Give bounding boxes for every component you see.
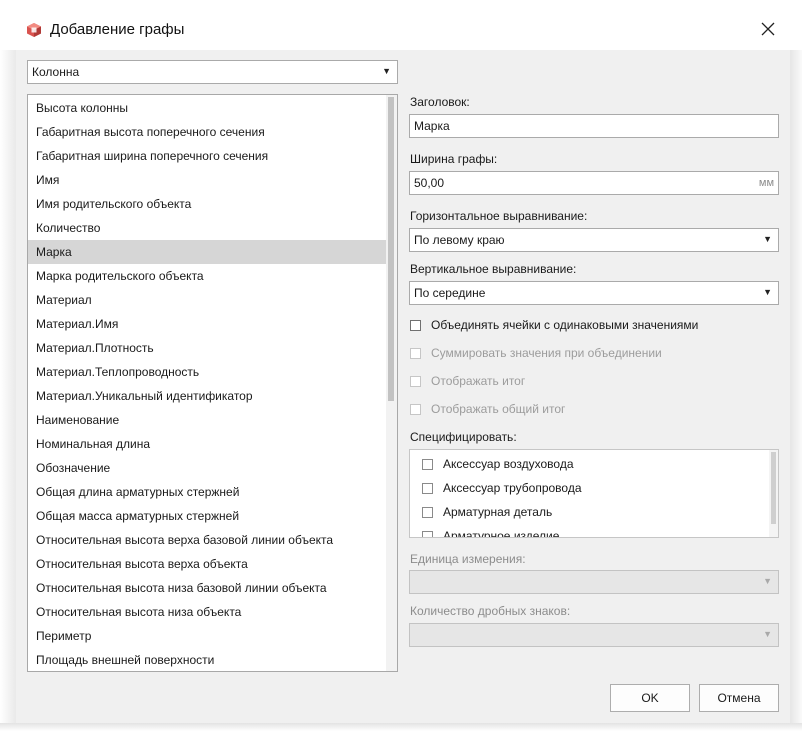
specify-item-label: Арматурное изделие xyxy=(443,529,560,538)
header-label: Заголовок: xyxy=(410,95,470,109)
chevron-down-icon: ▼ xyxy=(763,234,772,244)
width-label: Ширина графы: xyxy=(410,152,498,166)
property-list-scrollbar[interactable] xyxy=(386,95,397,671)
checkbox-box[interactable] xyxy=(410,319,421,331)
show-grand-total-checkbox: Отображать общий итог xyxy=(410,400,565,418)
chevron-down-icon: ▼ xyxy=(763,287,772,297)
list-item[interactable]: Наименование xyxy=(28,408,386,432)
list-item[interactable]: Имя родительского объекта xyxy=(28,192,386,216)
list-item[interactable]: Имя xyxy=(28,168,386,192)
window-shadow-bottom xyxy=(0,723,802,731)
specify-item[interactable]: Арматурное изделие xyxy=(422,527,560,538)
close-icon xyxy=(761,22,775,39)
merge-cells-label: Объединять ячейки с одинаковыми значения… xyxy=(431,318,699,332)
sum-values-label: Суммировать значения при объединении xyxy=(431,346,662,360)
header-input-value: Марка xyxy=(414,119,450,133)
chevron-down-icon: ▼ xyxy=(763,629,772,639)
list-item[interactable]: Номинальная длина xyxy=(28,432,386,456)
cancel-button[interactable]: Отмена xyxy=(699,684,779,712)
checkbox-box xyxy=(410,403,421,415)
title-bar: Добавление графы xyxy=(0,0,802,50)
list-item[interactable]: Относительная высота верха объекта xyxy=(28,552,386,576)
merge-cells-checkbox[interactable]: Объединять ячейки с одинаковыми значения… xyxy=(410,316,698,334)
specify-item[interactable]: Арматурная деталь xyxy=(422,503,552,521)
h-align-label: Горизонтальное выравнивание: xyxy=(410,209,588,223)
specify-item[interactable]: Аксессуар воздуховода xyxy=(422,455,574,473)
list-item[interactable]: Материал.Плотность xyxy=(28,336,386,360)
window-title: Добавление графы xyxy=(50,21,185,38)
checkbox-box[interactable] xyxy=(422,458,433,470)
width-input[interactable]: 50,00 мм xyxy=(409,171,779,195)
checkbox-box xyxy=(410,375,421,387)
header-input[interactable]: Марка xyxy=(409,114,779,138)
list-item[interactable]: Материал.Теплопроводность xyxy=(28,360,386,384)
property-list[interactable]: Высота колонны Габаритная высота поперечн… xyxy=(27,94,398,672)
checkbox-box[interactable] xyxy=(422,482,433,494)
show-grand-total-label: Отображать общий итог xyxy=(431,402,566,416)
list-item[interactable]: Габаритная высота поперечного сечения xyxy=(28,120,386,144)
specify-list[interactable]: Аксессуар воздуховода Аксессуар трубопро… xyxy=(409,449,779,538)
window-shadow-right xyxy=(790,0,802,731)
specify-scrollbar[interactable] xyxy=(769,450,778,537)
list-item[interactable]: Относительная высота верха базовой линии… xyxy=(28,528,386,552)
v-align-label: Вертикальное выравнивание: xyxy=(410,262,577,276)
specify-item-label: Арматурная деталь xyxy=(443,505,553,519)
chevron-down-icon: ▼ xyxy=(763,576,772,586)
list-item[interactable]: Материал xyxy=(28,288,386,312)
list-item[interactable]: Высота колонны xyxy=(28,96,386,120)
h-align-select[interactable]: По левому краю ▼ xyxy=(409,228,779,252)
specify-item-label: Аксессуар трубопровода xyxy=(443,481,582,495)
app-cube-icon xyxy=(26,22,42,38)
width-input-value: 50,00 xyxy=(414,176,445,190)
scrollbar-thumb[interactable] xyxy=(388,97,394,401)
checkbox-box[interactable] xyxy=(422,530,433,537)
ok-button[interactable]: OK xyxy=(610,684,690,712)
h-align-value: По левому краю xyxy=(414,233,505,247)
list-item[interactable]: Общая масса арматурных стержней xyxy=(28,504,386,528)
specify-item[interactable]: Аксессуар трубопровода xyxy=(422,479,582,497)
category-select-value: Колонна xyxy=(32,65,80,79)
decimals-label: Количество дробных знаков: xyxy=(410,604,571,618)
list-item[interactable]: Относительная высота низа объекта xyxy=(28,600,386,624)
list-item[interactable]: Количество xyxy=(28,216,386,240)
width-unit: мм xyxy=(758,177,774,189)
sum-values-checkbox: Суммировать значения при объединении xyxy=(410,344,662,362)
close-button[interactable] xyxy=(750,14,786,46)
show-total-checkbox: Отображать итог xyxy=(410,372,525,390)
scrollbar-thumb[interactable] xyxy=(771,452,776,524)
list-item[interactable]: Площадь внешней поверхности xyxy=(28,648,386,671)
specify-label: Специфицировать: xyxy=(410,430,517,444)
list-item[interactable]: Материал.Имя xyxy=(28,312,386,336)
v-align-select[interactable]: По середине ▼ xyxy=(409,281,779,305)
show-total-label: Отображать итог xyxy=(431,374,526,388)
checkbox-box[interactable] xyxy=(422,506,433,518)
list-item[interactable]: Обозначение xyxy=(28,456,386,480)
v-align-value: По середине xyxy=(414,286,486,300)
category-select[interactable]: Колонна ▼ xyxy=(27,60,398,84)
list-item[interactable]: Габаритная ширина поперечного сечения xyxy=(28,144,386,168)
window-shadow-left xyxy=(0,0,16,731)
list-item[interactable]: Марка родительского объекта xyxy=(28,264,386,288)
decimals-select: ▼ xyxy=(409,623,779,647)
list-item[interactable]: Материал.Уникальный идентификатор xyxy=(28,384,386,408)
specify-item-label: Аксессуар воздуховода xyxy=(443,457,574,471)
list-item[interactable]: Относительная высота низа базовой линии … xyxy=(28,576,386,600)
chevron-down-icon: ▼ xyxy=(382,66,391,76)
list-item[interactable]: Общая длина арматурных стержней xyxy=(28,480,386,504)
list-item[interactable]: Марка xyxy=(28,240,386,264)
checkbox-box xyxy=(410,347,421,359)
unit-select: ▼ xyxy=(409,570,779,594)
list-item[interactable]: Периметр xyxy=(28,624,386,648)
unit-label: Единица измерения: xyxy=(410,552,526,566)
